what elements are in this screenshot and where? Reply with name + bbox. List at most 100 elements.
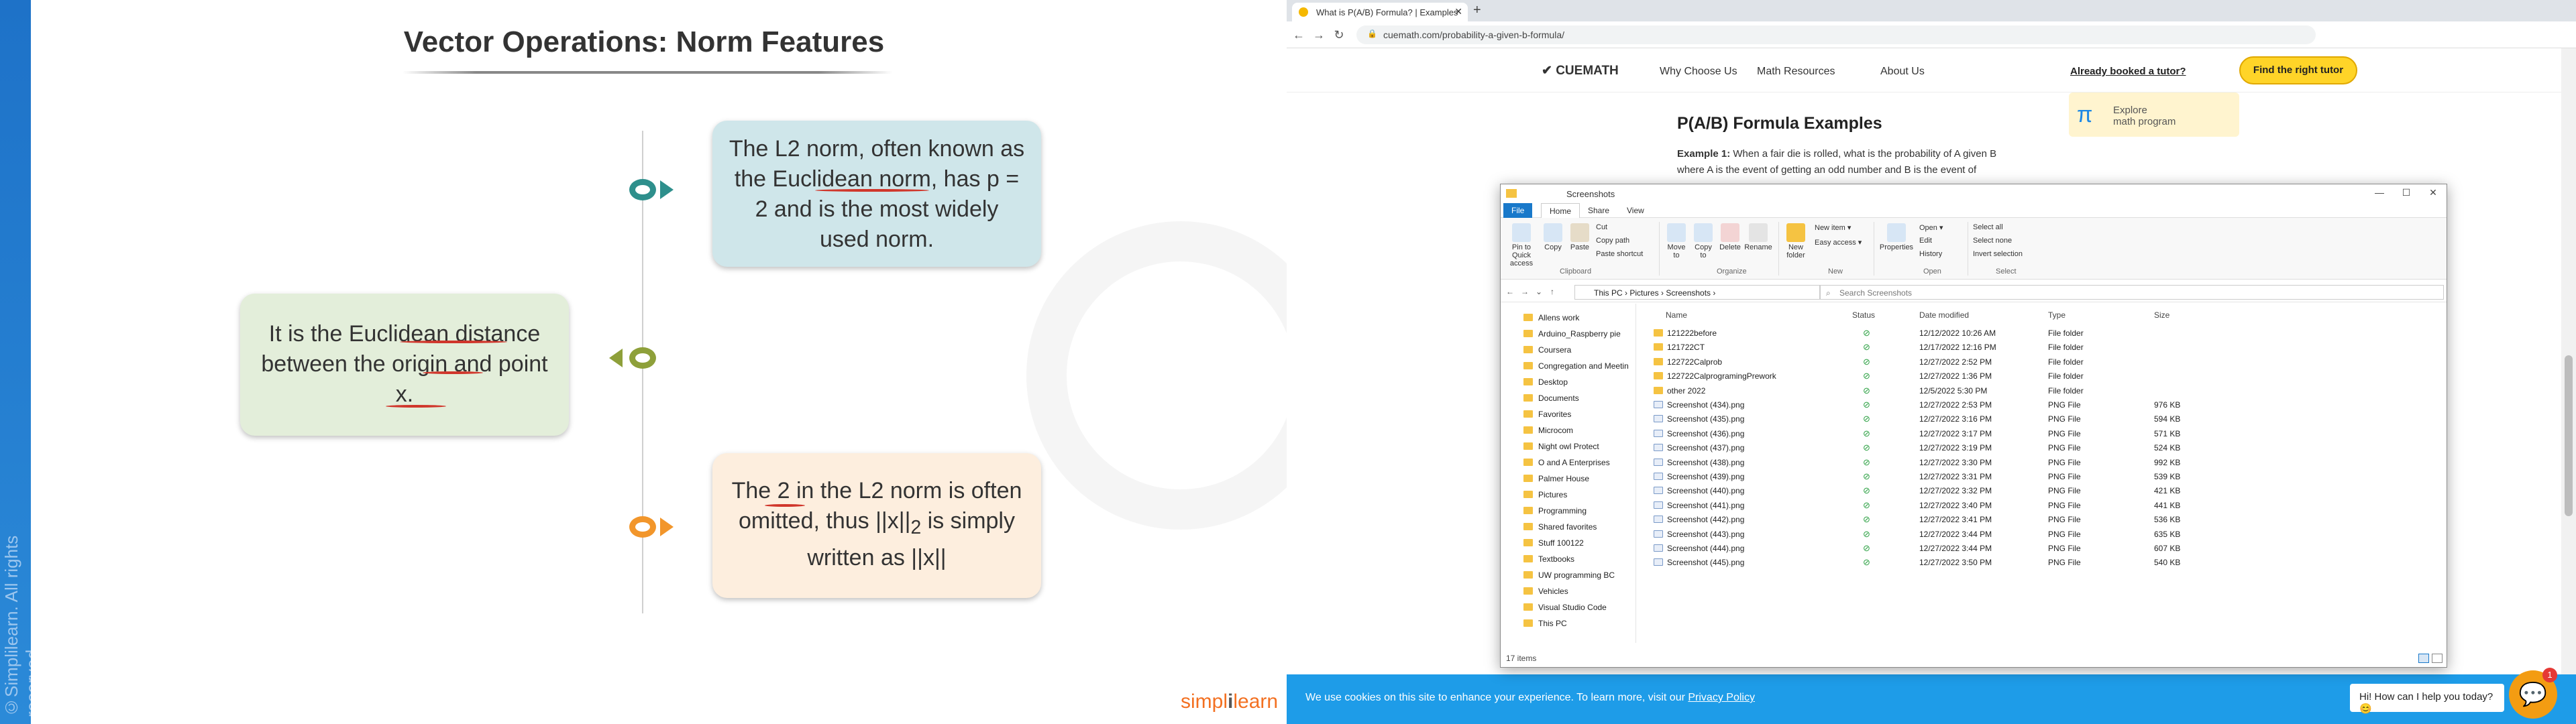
col-size[interactable]: Size bbox=[2154, 310, 2169, 320]
browser-tab[interactable]: What is P(A/B) Formula? | Examples ✕ bbox=[1292, 3, 1468, 21]
find-tutor-button[interactable]: Find the right tutor bbox=[2239, 56, 2357, 84]
explore-program-card[interactable]: π Explore math program bbox=[2069, 93, 2239, 137]
nav-item[interactable]: Night owl Protect bbox=[1523, 442, 1599, 455]
col-date[interactable]: Date modified bbox=[1919, 310, 1969, 320]
tiles-view-icon[interactable] bbox=[2432, 654, 2443, 663]
nav-item[interactable]: UW programming BC bbox=[1523, 570, 1615, 584]
file-row[interactable]: Screenshot (438).png 12/27/2022 3:30 PM PN… bbox=[1651, 456, 2443, 470]
breadcrumb[interactable]: This PC › Pictures › Screenshots › bbox=[1574, 285, 1820, 300]
article-text: Example 1: When a fair die is rolled, wh… bbox=[1677, 146, 2026, 178]
explore-line-2: math program bbox=[2113, 116, 2176, 127]
close-tab-icon[interactable]: ✕ bbox=[1454, 6, 1462, 17]
minimize-icon[interactable]: — bbox=[2366, 187, 2393, 200]
file-row[interactable]: 121722CT 12/17/2022 12:16 PM File folder ⊘ bbox=[1651, 341, 2443, 355]
copy-button[interactable]: Copy bbox=[1541, 223, 1565, 251]
col-status[interactable]: Status bbox=[1852, 310, 1875, 320]
select-all-button[interactable]: Select all bbox=[1973, 223, 2003, 231]
scrollbar-thumb[interactable] bbox=[2565, 355, 2573, 516]
edit-button[interactable]: Edit bbox=[1919, 237, 1932, 245]
file-row[interactable]: other 2022 12/5/2022 5:30 PM File folder ⊘ bbox=[1651, 384, 2443, 398]
file-row[interactable]: 122722Calprob 12/27/2022 2:52 PM File fold… bbox=[1651, 355, 2443, 369]
nav-about-us[interactable]: About Us bbox=[1880, 66, 1925, 78]
nav-item[interactable]: Arduino_Raspberry pie bbox=[1523, 329, 1621, 343]
nav-item[interactable]: Shared favorites bbox=[1523, 522, 1597, 536]
nav-item[interactable]: O and A Enterprises bbox=[1523, 458, 1610, 471]
file-date: 12/27/2022 3:17 PM bbox=[1919, 428, 1992, 438]
back-icon[interactable]: ← bbox=[1291, 27, 1307, 43]
nav-item[interactable]: Textbooks bbox=[1523, 554, 1574, 568]
invert-selection-button[interactable]: Invert selection bbox=[1973, 250, 2023, 258]
new-tab-icon[interactable]: + bbox=[1473, 3, 1481, 18]
nav-item[interactable]: Pictures bbox=[1523, 490, 1567, 503]
move-to-button[interactable]: Move to bbox=[1664, 223, 1688, 259]
close-icon[interactable]: ✕ bbox=[2420, 187, 2447, 200]
tab-file[interactable]: File bbox=[1503, 203, 1533, 218]
nav-item[interactable]: Coursera bbox=[1523, 345, 1571, 359]
forward-icon[interactable]: → bbox=[1311, 27, 1327, 43]
site-logo[interactable]: ✔ CUEMATH bbox=[1542, 63, 1619, 78]
col-type[interactable]: Type bbox=[2048, 310, 2065, 320]
file-row[interactable]: Screenshot (443).png 12/27/2022 3:44 PM PN… bbox=[1651, 528, 2443, 542]
file-row[interactable]: Screenshot (444).png 12/27/2022 3:44 PM PN… bbox=[1651, 542, 2443, 556]
search-input[interactable]: ⌕ Search Screenshots bbox=[1820, 285, 2444, 300]
up-icon[interactable]: ↑ bbox=[1550, 287, 1554, 296]
file-row[interactable]: 121222before 12/12/2022 10:26 AM File fold… bbox=[1651, 326, 2443, 341]
privacy-policy-link[interactable]: Privacy Policy bbox=[1688, 692, 1755, 703]
maximize-icon[interactable]: ☐ bbox=[2393, 187, 2420, 200]
properties-button[interactable]: Properties bbox=[1878, 223, 1915, 251]
reload-icon[interactable]: ↻ bbox=[1331, 27, 1347, 43]
nav-item[interactable]: Allens work bbox=[1523, 313, 1579, 326]
file-row[interactable]: Screenshot (442).png 12/27/2022 3:41 PM PN… bbox=[1651, 513, 2443, 527]
copy-to-button[interactable]: Copy to bbox=[1691, 223, 1715, 259]
new-item-button[interactable]: New item ▾ bbox=[1815, 223, 1851, 232]
rename-button[interactable]: Rename bbox=[1743, 223, 1773, 251]
nav-item[interactable]: Congregation and Meetin bbox=[1523, 361, 1629, 375]
chevron-down-icon[interactable]: ⌄ bbox=[1536, 287, 1542, 296]
nav-item[interactable]: This PC bbox=[1523, 619, 1567, 632]
address-bar[interactable]: 🔒 cuemath.com/probability-a-given-b-form… bbox=[1356, 25, 2316, 44]
nav-item[interactable]: Stuff 100122 bbox=[1523, 538, 1584, 552]
nav-item[interactable]: Favorites bbox=[1523, 410, 1571, 423]
details-view-icon[interactable] bbox=[2418, 654, 2429, 663]
file-type: File folder bbox=[2048, 328, 2084, 338]
file-row[interactable]: 122722CalprogramingPrework 12/27/2022 1:3… bbox=[1651, 369, 2443, 383]
nav-item[interactable]: Microcom bbox=[1523, 426, 1573, 439]
chat-prompt[interactable]: Hi! How can I help you today? 😊 bbox=[2350, 684, 2504, 715]
explorer-title: Screenshots bbox=[1566, 189, 1615, 199]
select-none-button[interactable]: Select none bbox=[1973, 237, 2012, 245]
nav-item[interactable]: Palmer House bbox=[1523, 474, 1589, 487]
file-row[interactable]: Screenshot (437).png 12/27/2022 3:19 PM PN… bbox=[1651, 441, 2443, 455]
forward-icon[interactable]: → bbox=[1521, 287, 1529, 296]
open-button[interactable]: Open ▾ bbox=[1919, 223, 1943, 232]
delete-button[interactable]: Delete bbox=[1718, 223, 1742, 251]
tab-home[interactable]: Home bbox=[1541, 203, 1580, 218]
nav-item[interactable]: Desktop bbox=[1523, 377, 1568, 391]
easy-access-button[interactable]: Easy access ▾ bbox=[1815, 238, 1862, 247]
col-name[interactable]: Name bbox=[1666, 310, 1687, 320]
nav-why-choose-us[interactable]: Why Choose Us bbox=[1660, 66, 1737, 78]
pin-quick-access-button[interactable]: Pin to Quick access bbox=[1505, 223, 1538, 267]
file-row[interactable]: Screenshot (435).png 12/27/2022 3:16 PM PN… bbox=[1651, 412, 2443, 426]
copy-path-button[interactable]: Copy path bbox=[1596, 237, 1629, 245]
history-button[interactable]: History bbox=[1919, 250, 1942, 258]
file-row[interactable]: Screenshot (436).png 12/27/2022 3:17 PM PN… bbox=[1651, 427, 2443, 441]
nav-item[interactable]: Documents bbox=[1523, 394, 1579, 407]
already-booked-link[interactable]: Already booked a tutor? bbox=[2070, 66, 2186, 77]
nav-math-resources[interactable]: Math Resources bbox=[1757, 66, 1835, 78]
file-row[interactable]: Screenshot (434).png 12/27/2022 2:53 PM PN… bbox=[1651, 398, 2443, 412]
file-row[interactable]: Screenshot (445).png 12/27/2022 3:50 PM PN… bbox=[1651, 556, 2443, 570]
file-row[interactable]: Screenshot (440).png 12/27/2022 3:32 PM PN… bbox=[1651, 484, 2443, 498]
group-select: Select bbox=[1996, 267, 2017, 276]
cut-button[interactable]: Cut bbox=[1596, 223, 1607, 231]
file-row[interactable]: Screenshot (439).png 12/27/2022 3:31 PM PN… bbox=[1651, 470, 2443, 484]
back-icon[interactable]: ← bbox=[1506, 287, 1514, 296]
paste-shortcut-button[interactable]: Paste shortcut bbox=[1596, 250, 1643, 258]
nav-item[interactable]: Programming bbox=[1523, 506, 1587, 520]
paste-button[interactable]: Paste bbox=[1568, 223, 1592, 251]
tab-view[interactable]: View bbox=[1619, 203, 1652, 218]
tab-share[interactable]: Share bbox=[1580, 203, 1617, 218]
new-folder-button[interactable]: New folder bbox=[1782, 223, 1809, 259]
nav-item[interactable]: Visual Studio Code bbox=[1523, 603, 1607, 616]
file-row[interactable]: Screenshot (441).png 12/27/2022 3:40 PM PN… bbox=[1651, 499, 2443, 513]
nav-item[interactable]: Vehicles bbox=[1523, 587, 1568, 600]
